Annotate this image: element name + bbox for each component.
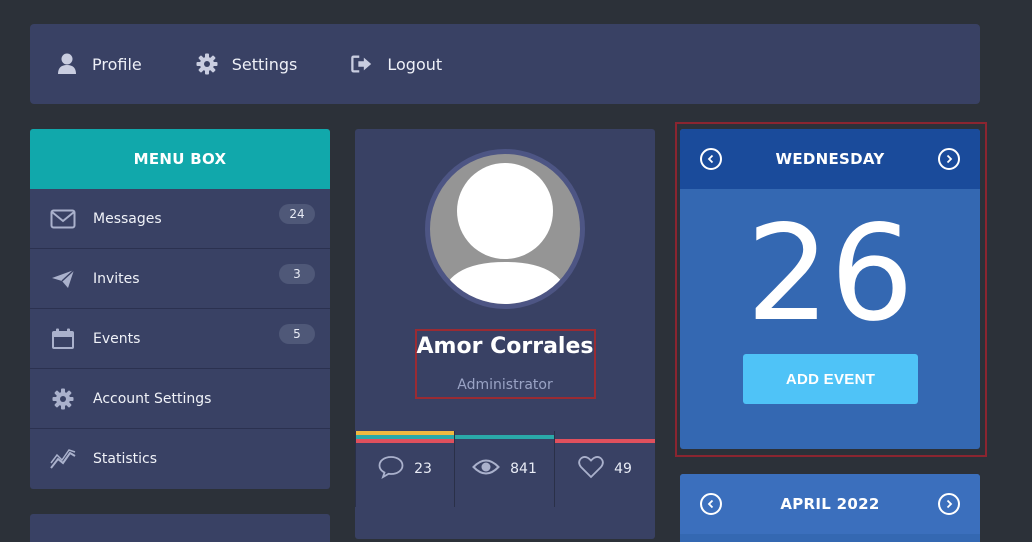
profile-role: Administrator: [457, 377, 553, 393]
top-navigation: Profile Settings Logout: [30, 24, 980, 104]
stat-color-bars: [356, 431, 454, 443]
message-count-badge: 24: [279, 204, 315, 224]
logout-icon: [351, 53, 373, 75]
nav-profile-label: Profile: [92, 54, 142, 74]
month-label: APRIL 2022: [780, 495, 880, 513]
chevron-left-icon: [707, 154, 714, 164]
invite-count-badge: 3: [279, 264, 315, 284]
chevron-left-icon: [707, 499, 714, 509]
profile-name: Amor Corrales: [416, 334, 594, 359]
menu-item-events[interactable]: Events 5: [30, 309, 330, 369]
secondary-panel: [30, 514, 330, 542]
nav-settings-link[interactable]: Settings: [196, 53, 298, 75]
paper-plane-icon: [50, 266, 76, 292]
envelope-icon: [50, 206, 76, 232]
menu-item-statistics[interactable]: Statistics: [30, 429, 330, 489]
add-event-button[interactable]: ADD EVENT: [743, 354, 918, 404]
view-count: 841: [510, 461, 537, 477]
menu-item-label: Account Settings: [93, 390, 212, 407]
prev-month-button[interactable]: [700, 493, 722, 515]
nav-logout-link[interactable]: Logout: [351, 53, 442, 75]
chevron-right-icon: [946, 499, 953, 509]
nav-logout-label: Logout: [387, 54, 443, 74]
month-header: APRIL 2022: [680, 474, 980, 534]
heart-icon: [578, 455, 604, 483]
menu-box-title: MENU BOX: [30, 129, 330, 189]
user-icon: [56, 53, 78, 75]
profile-stats: 23 841 49: [355, 431, 655, 507]
stat-color-bars: [555, 439, 655, 443]
calendar-day-number: 26: [746, 197, 914, 351]
menu-item-label: Invites: [93, 270, 140, 287]
eye-icon: [472, 457, 501, 481]
user-silhouette-icon: [440, 163, 570, 304]
stat-likes[interactable]: 49: [555, 431, 655, 507]
chevron-right-icon: [946, 154, 953, 164]
calendar-weekday: WEDNESDAY: [775, 150, 885, 168]
chart-line-icon: [50, 446, 76, 472]
gear-icon: [196, 53, 218, 75]
menu-item-label: Events: [93, 330, 141, 347]
menu-item-label: Messages: [93, 210, 162, 227]
calendar-header: WEDNESDAY: [680, 129, 980, 189]
profile-card: Amor Corrales Administrator 23 841 49: [355, 129, 655, 539]
next-day-button[interactable]: [937, 148, 960, 170]
stat-views[interactable]: 841: [455, 431, 555, 507]
menu-item-messages[interactable]: Messages 24: [30, 189, 330, 249]
menu-box: MENU BOX Messages 24 Invites 3 Events 5 …: [30, 129, 330, 489]
like-count: 49: [614, 461, 632, 477]
gear-icon: [50, 386, 76, 412]
month-calendar-widget: APRIL 2022: [680, 474, 980, 542]
prev-day-button[interactable]: [700, 148, 722, 170]
avatar: [425, 149, 585, 309]
menu-item-account-settings[interactable]: Account Settings: [30, 369, 330, 429]
nav-profile-link[interactable]: Profile: [56, 53, 142, 75]
menu-item-label: Statistics: [93, 451, 157, 467]
calendar-icon: [50, 326, 76, 352]
calendar-widget: WEDNESDAY 26 ADD EVENT: [680, 129, 980, 449]
comment-icon: [378, 455, 404, 483]
stat-color-bars: [455, 435, 554, 439]
stat-comments[interactable]: 23: [355, 431, 455, 507]
event-count-badge: 5: [279, 324, 315, 344]
menu-item-invites[interactable]: Invites 3: [30, 249, 330, 309]
nav-settings-label: Settings: [231, 54, 298, 74]
next-month-button[interactable]: [937, 493, 960, 515]
comment-count: 23: [414, 461, 432, 477]
